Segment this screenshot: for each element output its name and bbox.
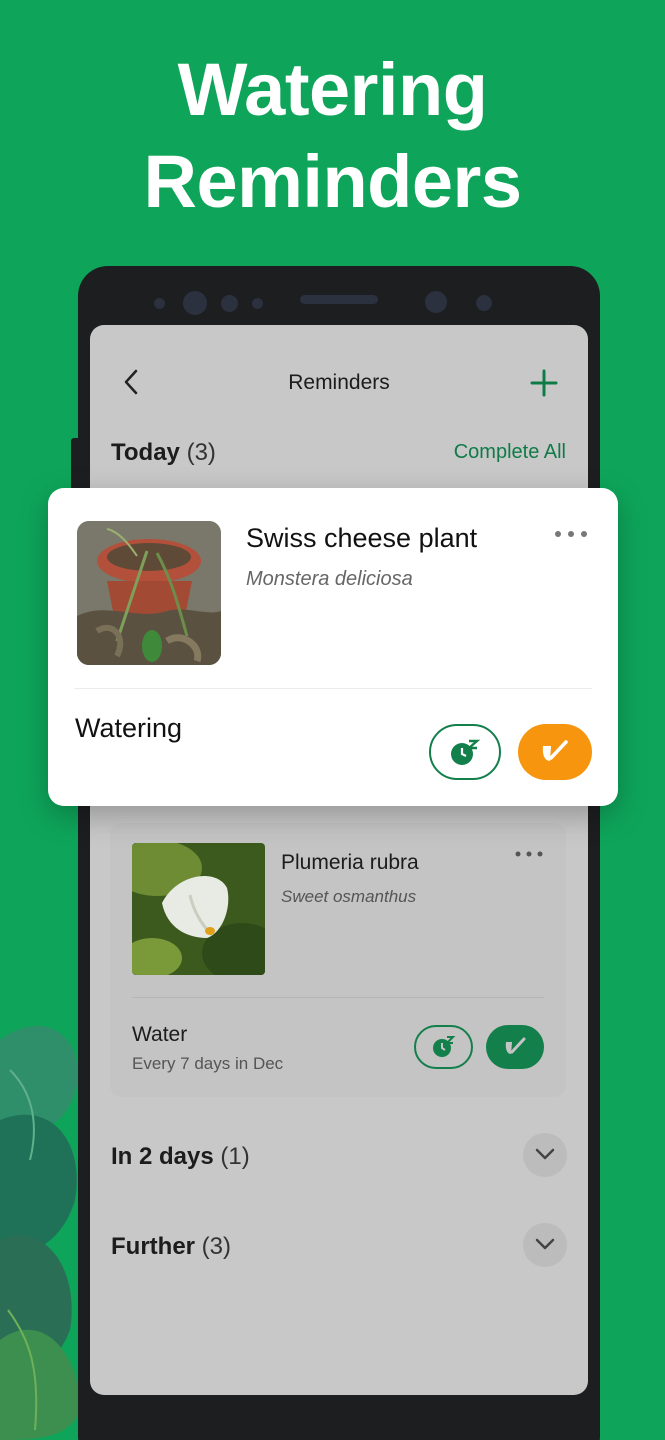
reminder-card[interactable]: Plumeria rubra Sweet osmanthus Water Eve… — [110, 823, 566, 1097]
card-divider — [74, 688, 592, 689]
headline-line-2: Reminders — [143, 140, 522, 223]
headline: Watering Reminders — [0, 44, 665, 228]
more-options-icon[interactable] — [514, 849, 544, 859]
featured-reminder-card[interactable]: Swiss cheese plant Monstera deliciosa Wa… — [48, 488, 618, 806]
plus-icon[interactable] — [528, 367, 560, 399]
camera-dot-1 — [154, 298, 165, 309]
expand-further-button[interactable] — [523, 1223, 567, 1267]
camera-lens-1 — [183, 291, 207, 315]
done-button[interactable] — [518, 724, 592, 780]
camera-dot-3 — [252, 298, 263, 309]
snooze-icon — [451, 739, 481, 765]
phone-speaker — [300, 295, 378, 304]
snooze-button[interactable] — [414, 1025, 473, 1069]
plant-scientific-name: Monstera deliciosa — [246, 568, 413, 590]
section-further[interactable]: Further (3) — [111, 1233, 231, 1261]
chevron-down-icon — [535, 1148, 555, 1160]
section-today-count: (3) — [186, 439, 216, 466]
task-name: Water — [132, 1023, 188, 1046]
snooze-button[interactable] — [429, 724, 501, 780]
app-screen: Reminders Today (3) Complete All Plumeri… — [90, 325, 588, 1395]
plant-name: Swiss cheese plant — [246, 523, 478, 553]
camera-lens-2 — [425, 291, 447, 313]
camera-dot-2 — [221, 295, 238, 312]
chevron-down-icon — [535, 1238, 555, 1250]
done-button[interactable] — [486, 1025, 544, 1069]
section-further-count: (3) — [201, 1233, 232, 1260]
page-title: Reminders — [288, 371, 390, 394]
section-in-two-days-count: (1) — [220, 1143, 250, 1170]
section-further-label: Further — [111, 1233, 195, 1260]
task-name: Watering — [75, 713, 183, 743]
plant-scientific-name: Sweet osmanthus — [281, 887, 417, 906]
section-in-two-days-label: In 2 days — [111, 1143, 214, 1170]
complete-all-button[interactable]: Complete All — [390, 441, 566, 464]
task-frequency: Every 7 days in Dec — [132, 1054, 284, 1073]
more-options-icon[interactable] — [553, 529, 589, 539]
plant-name: Plumeria rubra — [281, 851, 419, 874]
snooze-icon — [432, 1036, 455, 1057]
expand-in-two-days-button[interactable] — [523, 1133, 567, 1177]
card-divider — [132, 997, 544, 998]
check-icon — [542, 740, 568, 761]
camera-dot-4 — [476, 295, 492, 311]
section-today: Today (3) — [111, 439, 216, 467]
leaves-decoration — [0, 1025, 80, 1440]
plant-photo-swiss-cheese — [77, 521, 221, 665]
headline-line-1: Watering — [177, 48, 488, 131]
check-icon — [505, 1037, 526, 1054]
plant-photo-plumeria — [132, 843, 265, 975]
section-today-label: Today — [111, 439, 180, 466]
section-in-two-days[interactable]: In 2 days (1) — [111, 1143, 250, 1171]
